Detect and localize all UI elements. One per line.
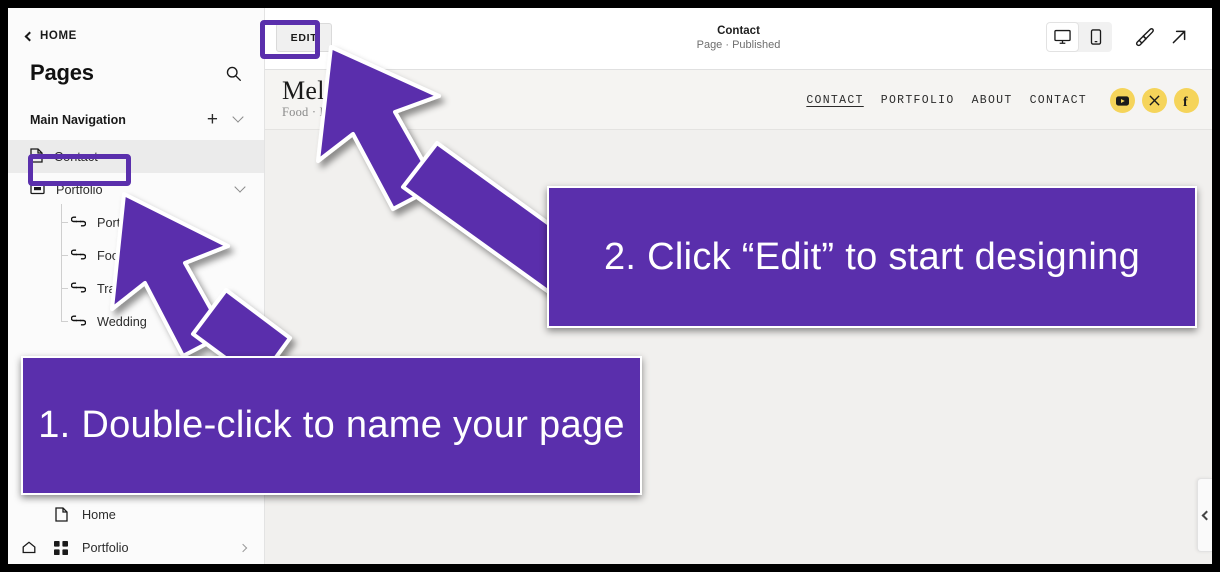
main-navigation-section-header: Main Navigation + [8,86,264,129]
page-title: Pages [30,60,94,85]
sidebar-footer: Home Portfolio [8,498,264,564]
sidebar-subitem-food[interactable]: Food [8,239,264,272]
sidebar-subitem-wedding[interactable]: Wedding [8,305,264,338]
page-icon [30,147,43,166]
grid-icon [50,540,72,555]
folder-index-icon [30,182,45,198]
chevron-left-icon [1201,510,1211,520]
screenshot-root: HOME Pages Main Navigation + Contact Por… [0,0,1220,572]
sidebar-item-label: Contact [54,149,98,164]
chevron-right-icon[interactable] [238,543,248,552]
back-link-label: HOME [40,30,77,42]
subitem-label: Wedding [97,314,147,329]
pages-header: Pages [8,42,264,86]
site-navigation: CONTACT PORTFOLIO ABOUT CONTACT f [806,88,1199,113]
desktop-icon[interactable] [1046,22,1079,52]
site-logo: Melissa S Food · Portrait · Trav [282,76,393,120]
site-header: Melissa S Food · Portrait · Trav CONTACT… [265,70,1212,130]
sidebar-subitem-portrait[interactable]: Portrait [8,206,264,239]
site-preview: Melissa S Food · Portrait · Trav CONTACT… [265,70,1212,564]
youtube-icon[interactable] [1110,88,1135,113]
link-icon [70,248,87,263]
sidebar-item-contact[interactable]: Contact [8,140,264,173]
chevron-down-icon[interactable] [234,180,246,193]
site-nav-about[interactable]: ABOUT [972,94,1013,107]
plus-icon[interactable]: + [207,110,218,129]
facebook-icon[interactable]: f [1174,88,1199,113]
page-icon [50,507,72,522]
subitem-label: Food [97,248,126,263]
topbar-actions [1046,22,1196,52]
footer-item-home[interactable]: Home [8,498,264,531]
pages-sidebar: HOME Pages Main Navigation + Contact Por… [8,8,265,564]
device-toggle [1046,22,1112,52]
link-icon [70,215,87,230]
section-actions: + [207,110,244,129]
x-twitter-icon[interactable] [1142,88,1167,113]
subitem-label: Travel [97,281,132,296]
site-nav-contact-2[interactable]: CONTACT [1030,94,1087,107]
editor-topbar: EDIT Contact Page · Published [265,8,1212,70]
site-nav-portfolio[interactable]: PORTFOLIO [881,94,955,107]
paintbrush-icon[interactable] [1128,22,1162,52]
search-icon[interactable] [225,65,242,82]
external-link-icon[interactable] [1162,22,1196,52]
footer-item-label: Home [82,507,116,522]
portfolio-subitems: Portrait Food Travel Wedding [8,204,264,338]
link-icon [70,281,87,296]
svg-text:f: f [1183,95,1188,108]
footer-item-label: Portfolio [82,540,129,555]
sidebar-subitem-travel[interactable]: Travel [8,272,264,305]
sidebar-item-label: Portfolio [56,182,103,197]
chevron-left-icon [24,31,35,41]
home-icon[interactable] [8,541,50,554]
panel-collapse-toggle[interactable] [1197,478,1212,552]
footer-item-portfolio[interactable]: Portfolio [8,531,264,564]
mobile-icon[interactable] [1079,22,1112,52]
sidebar-item-portfolio[interactable]: Portfolio [8,173,264,206]
site-nav-contact[interactable]: CONTACT [806,94,863,107]
app-window: HOME Pages Main Navigation + Contact Por… [8,8,1212,564]
section-label: Main Navigation [30,112,126,127]
back-to-home-link[interactable]: HOME [8,8,264,42]
logo-title: Melissa S [282,76,387,105]
link-icon [70,314,87,329]
chevron-down-icon[interactable] [232,110,244,123]
subitem-label: Portrait [97,215,138,230]
logo-subtitle: Food · Portrait · Trav [282,105,394,119]
social-links: f [1110,88,1199,113]
